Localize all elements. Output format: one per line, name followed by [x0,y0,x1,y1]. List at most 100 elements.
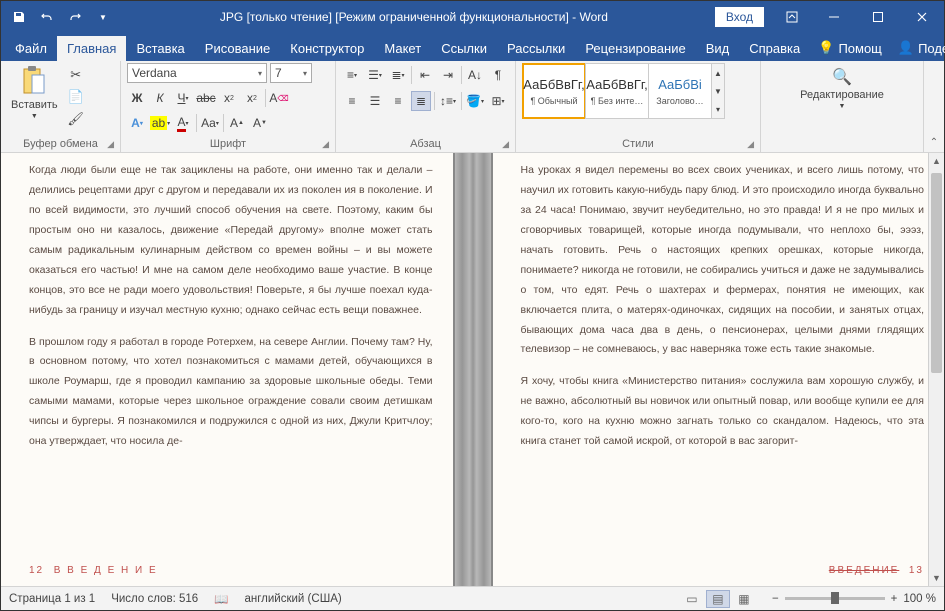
show-marks-button[interactable]: ¶ [488,65,508,85]
redo-icon[interactable] [63,5,87,29]
styles-scroll-up[interactable]: ▲ [712,64,724,82]
status-page[interactable]: Страница 1 из 1 [9,593,95,605]
tab-insert[interactable]: Вставка [126,36,194,61]
save-icon[interactable] [7,5,31,29]
paste-button[interactable]: Вставить ▼ [7,63,62,122]
font-name-combo[interactable]: Verdana▾ [127,63,267,83]
editing-button[interactable]: 🔍 Редактирование ▼ [792,63,892,114]
body-text: В прошлом году я работал в городе Ротерх… [29,333,433,453]
ribbon-options-icon[interactable] [772,11,812,23]
line-spacing-button[interactable]: ↕≡▾ [438,91,458,111]
bold-button[interactable]: Ж [127,88,147,108]
style-no-spacing[interactable]: АаБбВвГг,¶ Без инте… [585,63,649,119]
zoom-in-button[interactable]: + [891,593,898,605]
quick-access-toolbar: ▼ [1,5,121,29]
web-layout-button[interactable]: ▦ [732,590,756,608]
styles-expand[interactable]: ▾ [712,100,724,118]
copy-icon[interactable]: 📄 [66,87,86,107]
zoom-slider[interactable] [785,597,885,600]
close-button[interactable] [900,1,944,33]
tab-home[interactable]: Главная [57,36,126,61]
style-heading1[interactable]: АаБбВіЗаголово… [648,63,712,119]
tab-draw[interactable]: Рисование [195,36,280,61]
paragraph-dialog-launcher[interactable]: ◢ [502,139,509,150]
clipboard-dialog-launcher[interactable]: ◢ [107,139,114,150]
decrease-indent-button[interactable]: ⇤ [415,65,435,85]
highlight-button[interactable]: ab▾ [150,113,170,133]
chevron-down-icon: ▼ [31,113,38,120]
tab-file[interactable]: Файл [5,36,57,61]
cut-icon[interactable]: ✂ [66,65,86,85]
page-left[interactable]: Когда люди были еще не так зациклены на … [1,153,453,586]
print-layout-button[interactable]: ▤ [706,590,730,608]
font-dialog-launcher[interactable]: ◢ [322,139,329,150]
justify-button[interactable]: ≣ [411,91,431,111]
shading-button[interactable]: 🪣▾ [465,91,485,111]
tell-me-button[interactable]: 💡Помощ [810,35,890,61]
bullets-button[interactable]: ≡▾ [342,65,362,85]
scrollbar-thumb[interactable] [931,173,942,373]
window-controls [812,1,944,33]
paste-icon [18,65,50,97]
lightbulb-icon: 💡 [818,40,834,56]
vertical-scrollbar[interactable]: ▲ ▼ [928,153,944,586]
sort-button[interactable]: A↓ [465,65,485,85]
format-painter-icon[interactable]: 🖌 [66,109,86,129]
sign-in-button[interactable]: Вход [715,7,764,27]
tab-design[interactable]: Конструктор [280,36,374,61]
status-word-count[interactable]: Число слов: 516 [111,593,198,605]
underline-button[interactable]: Ч▾ [173,88,193,108]
italic-button[interactable]: К [150,88,170,108]
zoom-out-button[interactable]: − [772,593,779,605]
multilevel-button[interactable]: ≣▾ [388,65,408,85]
minimize-button[interactable] [812,1,856,33]
page-footer-right: ВВЕДЕНИЕ 13 [829,561,924,580]
document-area: Когда люди были еще не так зациклены на … [1,153,944,586]
strikethrough-button[interactable]: abc [196,88,216,108]
tab-layout[interactable]: Макет [374,36,431,61]
undo-icon[interactable] [35,5,59,29]
styles-scroll-down[interactable]: ▼ [712,82,724,100]
tab-view[interactable]: Вид [696,36,740,61]
view-buttons: ▭ ▤ ▦ [680,590,756,608]
numbering-button[interactable]: ☰▾ [365,65,385,85]
title-bar: ▼ JPG [только чтение] [Режим ограниченно… [1,1,944,33]
font-size-combo[interactable]: 7▾ [270,63,312,83]
tab-references[interactable]: Ссылки [431,36,497,61]
font-color-button[interactable]: A▾ [173,113,193,133]
group-clipboard: Вставить ▼ ✂ 📄 🖌 Буфер обмена◢ [1,61,121,152]
page-right[interactable]: На уроках я видел перемены во всех своих… [493,153,945,586]
collapse-ribbon-icon[interactable]: ⌃ [930,137,938,148]
increase-indent-button[interactable]: ⇥ [438,65,458,85]
superscript-button[interactable]: x2 [242,88,262,108]
group-paragraph: ≡▾ ☰▾ ≣▾ ⇤ ⇥ A↓ ¶ ≡ ☰ ≡ ≣ ↕≡▾ 🪣▾ ⊞▾ [336,61,516,152]
tab-review[interactable]: Рецензирование [575,36,695,61]
status-language[interactable]: английский (США) [244,593,341,605]
subscript-button[interactable]: x2 [219,88,239,108]
group-styles: АаБбВвГг,¶ Обычный АаБбВвГг,¶ Без инте… … [516,61,761,152]
scroll-up-arrow[interactable]: ▲ [929,153,944,169]
zoom-level[interactable]: 100 % [903,593,936,605]
shrink-font-button[interactable]: A▼ [250,113,270,133]
change-case-button[interactable]: Aa▾ [200,113,220,133]
grow-font-button[interactable]: A▲ [227,113,247,133]
qat-dropdown-icon[interactable]: ▼ [91,5,115,29]
borders-button[interactable]: ⊞▾ [488,91,508,111]
read-mode-button[interactable]: ▭ [680,590,704,608]
tab-mailings[interactable]: Рассылки [497,36,575,61]
clear-formatting-button[interactable]: A⌫ [269,88,289,108]
search-icon: 🔍 [832,67,852,87]
share-button[interactable]: 👤Поделиться [890,35,945,61]
tab-help[interactable]: Справка [739,36,810,61]
align-left-button[interactable]: ≡ [342,91,362,111]
maximize-button[interactable] [856,1,900,33]
proofing-icon[interactable]: 📖 [214,592,228,606]
align-right-button[interactable]: ≡ [388,91,408,111]
scroll-down-arrow[interactable]: ▼ [929,570,944,586]
style-normal[interactable]: АаБбВвГг,¶ Обычный [522,63,586,119]
share-icon: 👤 [898,40,914,56]
align-center-button[interactable]: ☰ [365,91,385,111]
text-effects-button[interactable]: A▾ [127,113,147,133]
styles-dialog-launcher[interactable]: ◢ [747,139,754,150]
group-editing: 🔍 Редактирование ▼ [761,61,924,152]
